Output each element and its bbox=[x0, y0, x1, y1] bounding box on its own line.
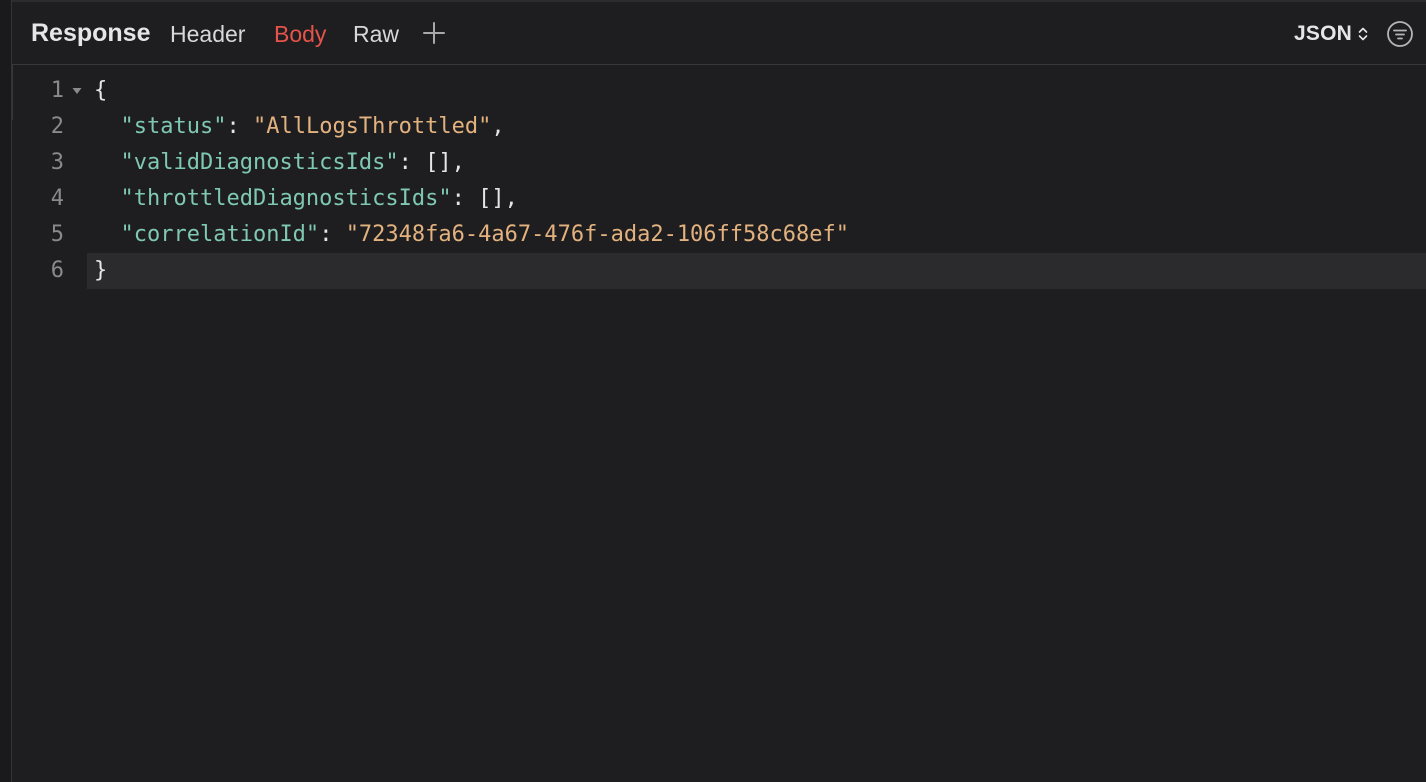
json-comma: , bbox=[491, 114, 505, 139]
json-key: "status" bbox=[120, 114, 227, 139]
code-line: 1 { bbox=[12, 73, 1426, 109]
json-value: "AllLogsThrottled" bbox=[252, 114, 492, 139]
json-value: [] bbox=[425, 150, 452, 175]
chevron-up-down-icon bbox=[1358, 27, 1368, 41]
left-panel-edge bbox=[0, 0, 12, 782]
filter-icon[interactable] bbox=[1386, 20, 1414, 48]
code-text: "status": "AllLogsThrottled", bbox=[94, 109, 505, 145]
code-line: 5 "correlationId": "72348fa6-4a67-476f-a… bbox=[12, 217, 1426, 253]
plus-icon[interactable] bbox=[422, 21, 446, 45]
code-text: "throttledDiagnosticsIds": [], bbox=[94, 181, 518, 217]
json-value: [] bbox=[478, 186, 505, 211]
fold-triangle-icon[interactable] bbox=[71, 73, 83, 109]
json-separator: : bbox=[226, 114, 253, 139]
code-text: } bbox=[94, 258, 108, 283]
format-select[interactable]: JSON bbox=[1294, 19, 1368, 49]
code-text: "validDiagnosticsIds": [], bbox=[94, 145, 465, 181]
tab-body[interactable]: Body bbox=[274, 19, 326, 49]
line-number: 5 bbox=[50, 222, 64, 247]
line-number: 1 bbox=[50, 78, 64, 103]
line-number: 4 bbox=[50, 186, 64, 211]
response-header: Response Header Body Raw JSON bbox=[12, 2, 1426, 65]
json-comma: , bbox=[504, 186, 518, 211]
json-separator: : bbox=[319, 222, 346, 247]
line-number: 3 bbox=[50, 150, 64, 175]
json-separator: : bbox=[398, 150, 426, 175]
tab-header[interactable]: Header bbox=[170, 19, 245, 49]
json-editor[interactable]: 1 { 2 "status": "AllLogsThrottled", 3 "v… bbox=[12, 65, 1426, 782]
json-key: "correlationId" bbox=[120, 222, 320, 247]
json-comma: , bbox=[451, 150, 465, 175]
response-title: Response bbox=[31, 19, 151, 47]
format-label: JSON bbox=[1294, 22, 1352, 45]
json-key: "validDiagnosticsIds" bbox=[120, 150, 399, 175]
tab-raw[interactable]: Raw bbox=[353, 19, 399, 49]
code-line: 4 "throttledDiagnosticsIds": [], bbox=[12, 181, 1426, 217]
line-number: 6 bbox=[50, 258, 64, 283]
line-number: 2 bbox=[50, 114, 64, 139]
code-line: 6 } bbox=[12, 253, 1426, 289]
code-line: 3 "validDiagnosticsIds": [], bbox=[12, 145, 1426, 181]
json-value: "72348fa6-4a67-476f-ada2-106ff58c68ef" bbox=[345, 222, 850, 247]
json-separator: : bbox=[451, 186, 479, 211]
code-text: "correlationId": "72348fa6-4a67-476f-ada… bbox=[94, 217, 850, 253]
json-key: "throttledDiagnosticsIds" bbox=[120, 186, 452, 211]
code-line: 2 "status": "AllLogsThrottled", bbox=[12, 109, 1426, 145]
code-text: { bbox=[94, 78, 108, 103]
